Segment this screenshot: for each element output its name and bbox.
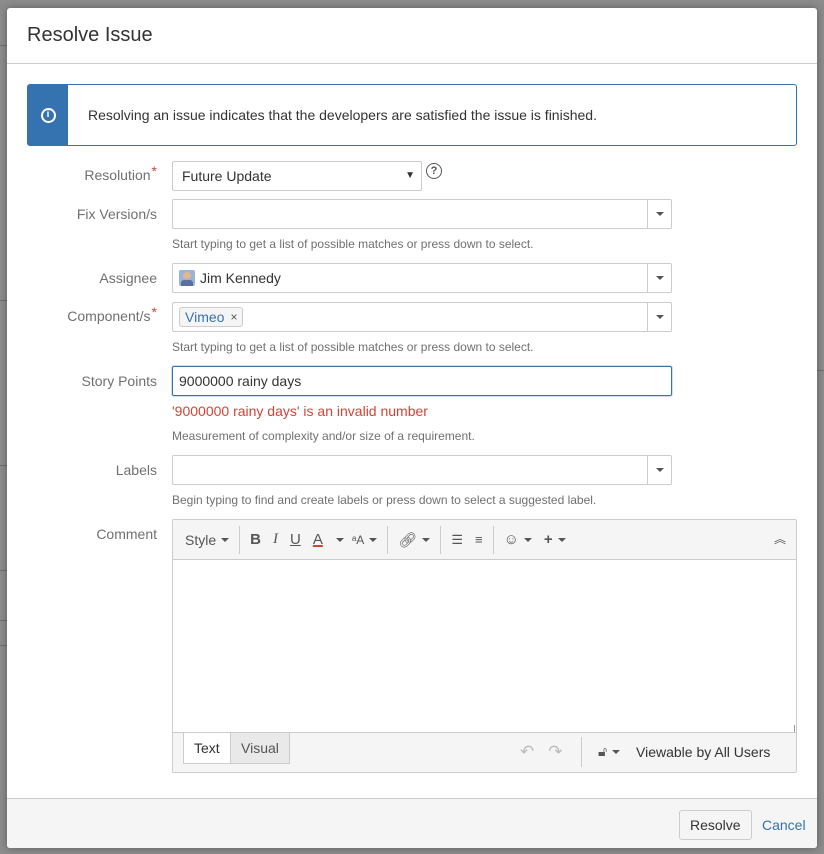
style-dropdown-label: Style xyxy=(185,531,217,548)
toolbar-separator xyxy=(492,525,494,554)
undo-icon[interactable]: ↶ xyxy=(520,742,534,762)
assignee-dropdown-button[interactable] xyxy=(647,264,671,292)
chevron-down-icon xyxy=(523,537,532,542)
help-icon[interactable]: ? xyxy=(426,163,442,179)
required-marker: * xyxy=(151,163,157,179)
components-label-text: Component/s xyxy=(67,308,151,324)
emoticon-icon[interactable]: ☺ xyxy=(498,526,538,554)
chevron-down-icon xyxy=(655,315,664,319)
comment-editor: Style B I U A ᵃA 🔗︎ ☰ ≡ ☺ + ︽ Text Visua… xyxy=(172,519,797,773)
chevron-down-icon xyxy=(655,276,664,280)
close-icon[interactable]: × xyxy=(230,310,237,324)
labels-field[interactable] xyxy=(172,455,672,485)
background-divider xyxy=(0,300,7,301)
visibility-label: Viewable by All Users xyxy=(636,744,771,760)
background-divider xyxy=(0,570,7,571)
dialog-title: Resolve Issue xyxy=(27,24,153,46)
footer-separator xyxy=(581,737,582,767)
toolbar-separator xyxy=(387,525,389,554)
chevron-down-icon xyxy=(655,212,664,216)
background-divider xyxy=(817,370,824,371)
tab-text[interactable]: Text xyxy=(183,733,231,764)
chevron-down-icon xyxy=(369,537,378,542)
style-dropdown[interactable]: Style xyxy=(179,526,235,554)
components-field[interactable]: Vimeo × xyxy=(172,302,672,332)
fix-version-input[interactable] xyxy=(173,200,647,228)
info-message: i Resolving an issue indicates that the … xyxy=(27,84,797,146)
chevron-down-icon xyxy=(655,468,664,472)
toolbar-separator xyxy=(239,525,241,554)
editor-footer: Text Visual ↶ ↷ 🔓︎ Viewable by All Users xyxy=(173,732,796,772)
story-points-input[interactable] xyxy=(172,366,672,396)
dialog-header: Resolve Issue xyxy=(7,8,817,64)
fix-version-label: Fix Version/s xyxy=(76,206,157,222)
link-icon[interactable]: 🔗︎ xyxy=(392,526,436,554)
background-divider xyxy=(0,45,7,46)
components-input[interactable]: Vimeo × xyxy=(173,303,647,331)
toolbar-separator xyxy=(440,525,442,554)
text-color-icon[interactable]: A xyxy=(307,526,329,554)
component-chip-label: Vimeo xyxy=(185,309,225,325)
info-message-text: Resolving an issue indicates that the de… xyxy=(88,107,597,123)
unlock-icon: 🔓︎ xyxy=(598,743,608,759)
labels-label: Labels xyxy=(115,462,157,478)
required-marker: * xyxy=(151,304,157,320)
resolve-issue-dialog: Resolve Issue i Resolving an issue indic… xyxy=(7,8,817,848)
text-color-dropdown[interactable] xyxy=(329,526,346,554)
bullet-list-icon[interactable]: ☰ xyxy=(445,526,469,554)
labels-input[interactable] xyxy=(173,456,647,484)
labels-description: Begin typing to find and create labels o… xyxy=(172,493,597,507)
chevron-down-icon xyxy=(221,537,230,542)
background-divider xyxy=(0,645,7,646)
background-divider xyxy=(0,620,7,621)
resolution-label: Resolution* xyxy=(84,163,157,183)
components-label: Component/s* xyxy=(67,304,157,324)
chevron-down-icon: ▼ xyxy=(405,170,415,181)
visibility-dropdown[interactable]: 🔓︎ xyxy=(598,743,621,760)
info-icon: i xyxy=(40,107,56,123)
chevron-down-icon xyxy=(612,749,621,754)
story-points-description: Measurement of complexity and/or size of… xyxy=(172,429,475,443)
assignee-input[interactable]: Jim Kennedy xyxy=(173,264,647,292)
chevron-down-icon xyxy=(335,537,344,542)
background-divider xyxy=(0,465,7,466)
tab-visual[interactable]: Visual xyxy=(230,733,290,764)
labels-dropdown-button[interactable] xyxy=(647,456,671,484)
text-format-icon[interactable]: ᵃA xyxy=(346,526,383,554)
fix-version-dropdown-button[interactable] xyxy=(647,200,671,228)
avatar xyxy=(179,270,195,286)
comment-label: Comment xyxy=(96,526,157,542)
comment-textarea[interactable] xyxy=(173,560,796,734)
resolution-label-text: Resolution xyxy=(84,167,151,183)
cancel-button[interactable]: Cancel xyxy=(762,817,806,833)
story-points-error: '9000000 rainy days' is an invalid numbe… xyxy=(172,403,428,419)
component-chip: Vimeo × xyxy=(179,307,244,327)
resolution-select[interactable]: Future Update ▼ xyxy=(172,161,422,191)
editor-toolbar: Style B I U A ᵃA 🔗︎ ☰ ≡ ☺ + ︽ xyxy=(173,520,796,560)
info-icon-column: i xyxy=(28,85,68,145)
undo-redo-group: ↶ ↷ xyxy=(520,742,563,762)
components-description: Start typing to get a list of possible m… xyxy=(172,340,534,354)
italic-icon[interactable]: I xyxy=(267,526,284,554)
plus-icon[interactable]: + xyxy=(538,526,572,554)
chevron-down-icon xyxy=(557,537,566,542)
redo-icon[interactable]: ↷ xyxy=(548,742,562,762)
story-points-label: Story Points xyxy=(81,373,157,389)
bold-icon[interactable]: B xyxy=(244,526,267,554)
fix-version-field[interactable] xyxy=(172,199,672,229)
chevron-down-icon xyxy=(422,537,431,542)
resolve-button[interactable]: Resolve xyxy=(679,810,752,840)
components-dropdown-button[interactable] xyxy=(647,303,671,331)
collapse-toolbar-icon[interactable]: ︽ xyxy=(774,530,786,547)
assignee-field[interactable]: Jim Kennedy xyxy=(172,263,672,293)
numbered-list-icon[interactable]: ≡ xyxy=(469,526,489,554)
assignee-label: Assignee xyxy=(99,270,157,286)
dialog-footer: Resolve Cancel xyxy=(7,798,817,848)
assignee-value: Jim Kennedy xyxy=(200,270,281,286)
underline-icon[interactable]: U xyxy=(284,526,307,554)
fix-version-description: Start typing to get a list of possible m… xyxy=(172,237,534,251)
resolution-value: Future Update xyxy=(182,168,272,184)
